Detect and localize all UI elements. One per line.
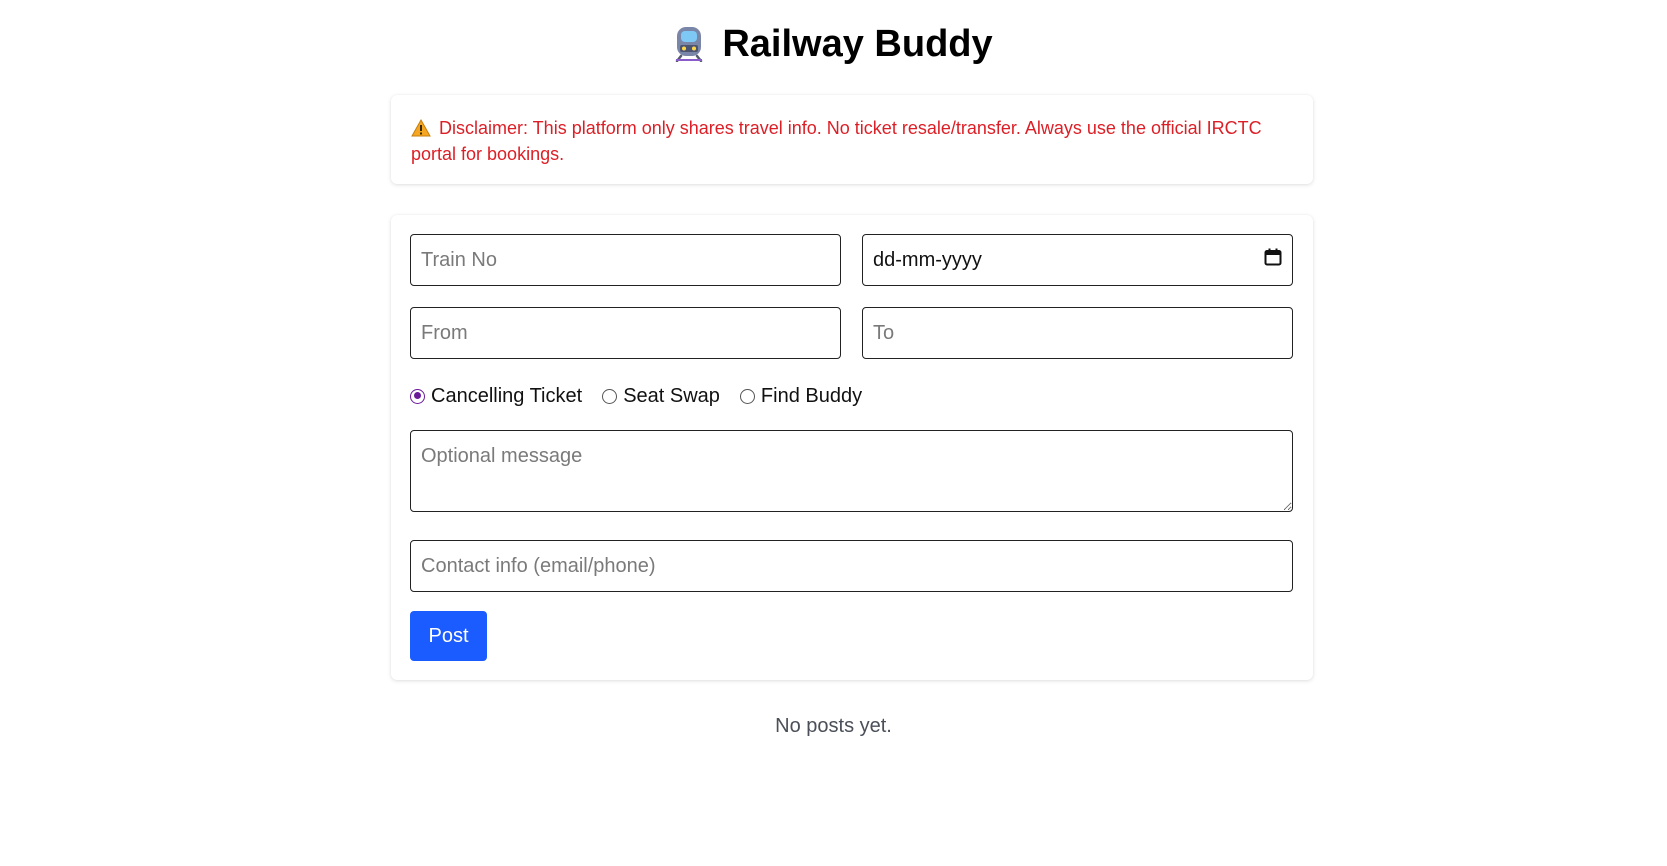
disclaimer-card: Disclaimer: This platform only shares tr… bbox=[391, 95, 1313, 184]
radio-label: Find Buddy bbox=[760, 384, 863, 407]
disclaimer-text: Disclaimer: This platform only shares tr… bbox=[411, 118, 1262, 164]
train-icon bbox=[674, 22, 704, 63]
radio-button[interactable] bbox=[602, 388, 618, 404]
radio-option-cancelling-ticket[interactable]: Cancelling Ticket bbox=[410, 385, 582, 408]
page-title-row: Railway Buddy bbox=[0, 16, 1667, 72]
contact-input[interactable] bbox=[410, 540, 1293, 592]
post-form: dd-mm-yyyy Cancelling Ticket Seat Swap bbox=[391, 215, 1313, 680]
radio-option-find-buddy[interactable]: Find Buddy bbox=[739, 384, 863, 408]
app-page: Railway Buddy Disclaimer: This platform … bbox=[0, 0, 1667, 866]
radio-label: Seat Swap bbox=[623, 384, 720, 407]
radio-label: Cancelling Ticket bbox=[431, 384, 583, 407]
page-title: Railway Buddy bbox=[722, 23, 993, 65]
calendar-icon[interactable] bbox=[1264, 248, 1282, 272]
to-input[interactable] bbox=[862, 307, 1293, 359]
radio-button-checked[interactable] bbox=[410, 388, 425, 404]
post-type-radio-group: Cancelling Ticket Seat Swap Find Buddy bbox=[410, 382, 882, 410]
train-no-input[interactable] bbox=[410, 234, 841, 286]
radio-button[interactable] bbox=[739, 388, 755, 404]
message-textarea[interactable] bbox=[410, 430, 1293, 512]
warning-icon bbox=[411, 118, 431, 137]
date-input-text: dd-mm-yyyy bbox=[873, 248, 982, 271]
date-input[interactable]: dd-mm-yyyy bbox=[862, 234, 1293, 286]
radio-option-seat-swap[interactable]: Seat Swap bbox=[602, 385, 720, 408]
from-input[interactable] bbox=[410, 307, 841, 359]
empty-posts-message: No posts yet. bbox=[775, 715, 892, 737]
post-button[interactable]: Post bbox=[410, 611, 487, 661]
disclaimer-message: Disclaimer: This platform only shares tr… bbox=[411, 115, 1291, 167]
